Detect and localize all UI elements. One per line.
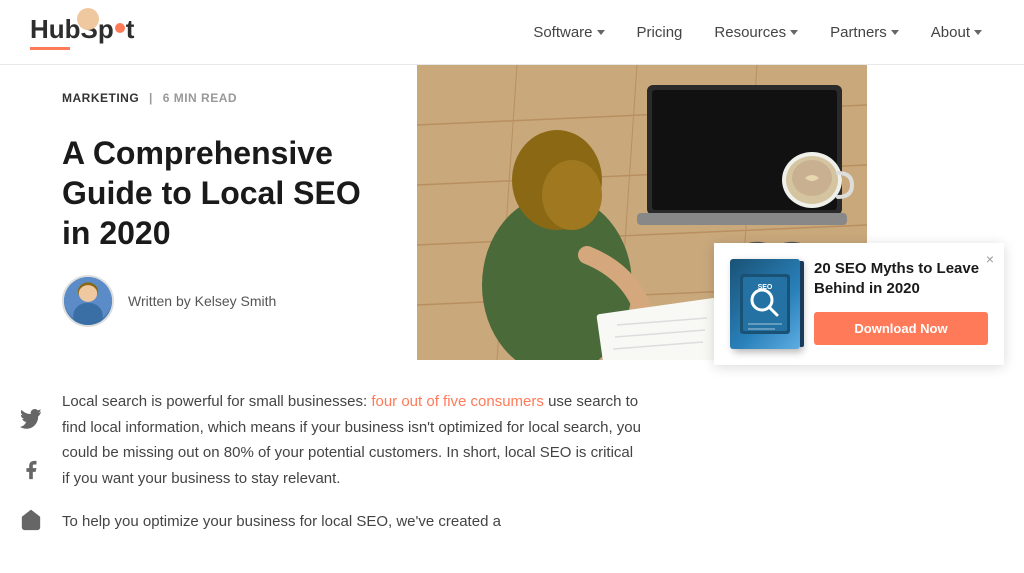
hero-image-container: × SEO <box>417 65 1004 365</box>
ad-book-thumbnail: SEO <box>730 259 800 349</box>
article-title: A Comprehensive Guide to Local SEO in 20… <box>62 133 382 253</box>
nav-resources[interactable]: Resources <box>702 16 810 49</box>
logo-spot-t: t <box>126 14 135 45</box>
share-button[interactable] <box>16 505 46 535</box>
nav-software[interactable]: Software <box>521 16 616 49</box>
nav-about[interactable]: About <box>919 16 994 49</box>
article-paragraph-1: Local search is powerful for small busin… <box>62 389 642 491</box>
chevron-down-icon <box>974 30 982 35</box>
ad-close-button[interactable]: × <box>986 251 994 267</box>
ad-widget: × SEO <box>714 243 1004 365</box>
chevron-down-icon <box>790 30 798 35</box>
svg-text:SEO: SEO <box>758 284 773 291</box>
logo-hub: Hub <box>30 14 81 45</box>
page-body: MARKETING | 6 MIN READ A Comprehensive G… <box>0 65 1024 573</box>
facebook-share-button[interactable] <box>16 455 46 485</box>
ad-download-button[interactable]: Download Now <box>814 312 988 345</box>
nav-partners[interactable]: Partners <box>818 16 911 49</box>
article-category: MARKETING | 6 MIN READ <box>62 91 237 105</box>
top-section: MARKETING | 6 MIN READ A Comprehensive G… <box>62 65 1004 365</box>
social-sidebar <box>0 65 62 573</box>
chevron-down-icon <box>891 30 899 35</box>
ad-content: 20 SEO Myths to Leave Behind in 2020 Dow… <box>814 259 988 345</box>
article-meta: MARKETING | 6 MIN READ <box>62 65 397 119</box>
article-left: MARKETING | 6 MIN READ A Comprehensive G… <box>62 65 417 365</box>
hero-wrapper: × SEO <box>417 65 1004 365</box>
main-nav: Software Pricing Resources Partners Abou… <box>521 16 994 49</box>
chevron-down-icon <box>597 30 605 35</box>
article-body: Local search is powerful for small busin… <box>62 365 642 535</box>
avatar-image <box>64 277 112 325</box>
nav-pricing[interactable]: Pricing <box>625 16 695 49</box>
logo-dot <box>115 23 125 33</box>
article-link[interactable]: four out of five consumers <box>371 393 544 410</box>
article-paragraph-2: To help you optimize your business for l… <box>62 509 642 535</box>
site-header: Hub Spt Software Pricing Resources Partn… <box>0 0 1024 65</box>
content-area: MARKETING | 6 MIN READ A Comprehensive G… <box>62 65 1024 573</box>
ad-title: 20 SEO Myths to Leave Behind in 2020 <box>814 259 988 298</box>
author-name: Written by Kelsey Smith <box>128 293 276 309</box>
logo-accent <box>30 47 70 50</box>
avatar <box>62 275 114 327</box>
author-block: Written by Kelsey Smith <box>62 275 397 327</box>
twitter-share-button[interactable] <box>16 405 46 435</box>
